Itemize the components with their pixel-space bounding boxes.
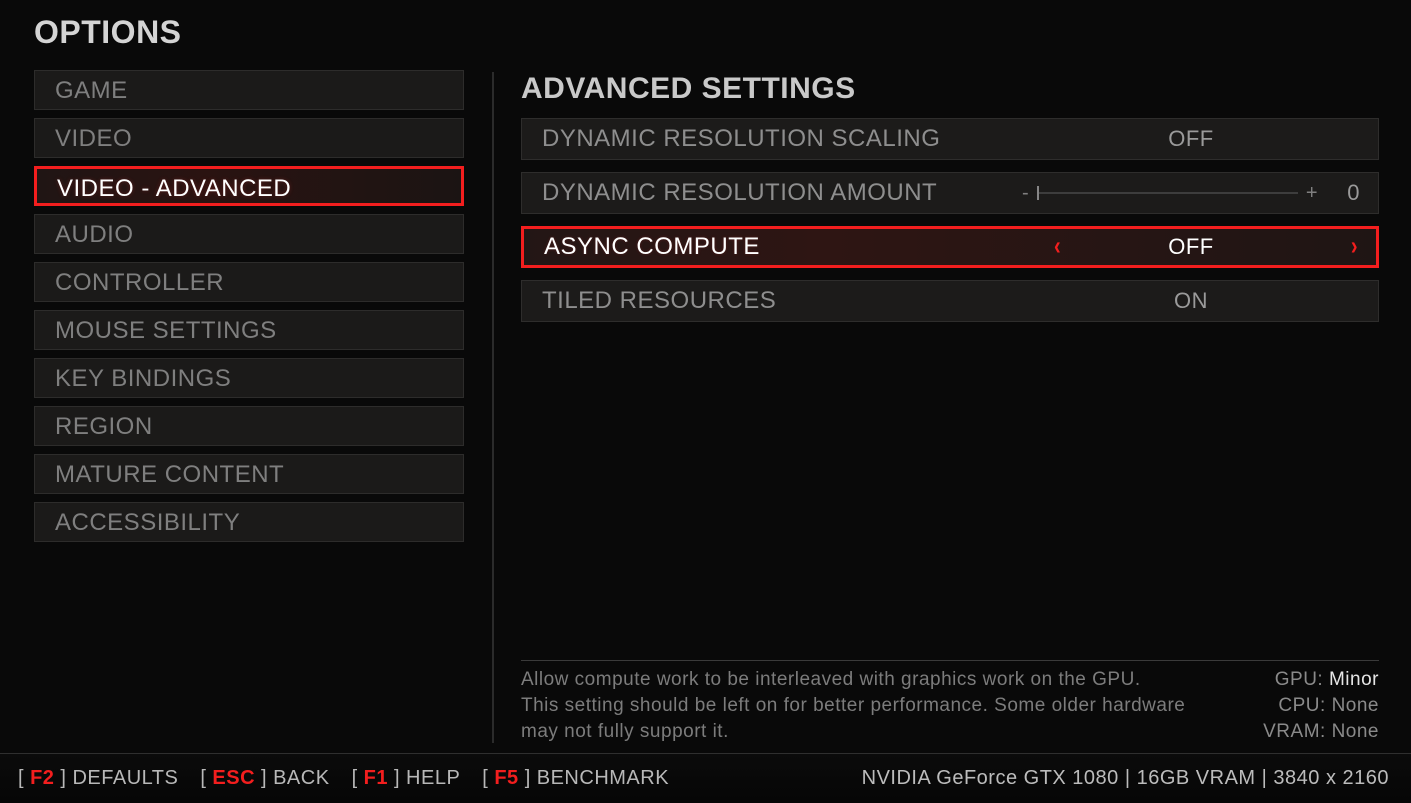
hotkey-hint: [F1]HELP — [352, 767, 461, 790]
hotkey-key: F5 — [494, 767, 518, 790]
slider-track[interactable] — [1037, 192, 1298, 194]
slider-handle[interactable] — [1037, 186, 1039, 200]
hotkey-label: BACK — [273, 767, 329, 790]
page-title: OPTIONS — [34, 14, 182, 51]
setting-value-text: ON — [1174, 288, 1208, 314]
sidebar-item[interactable]: CONTROLLER — [34, 262, 464, 302]
system-info: NVIDIA GeForce GTX 1080 | 16GB VRAM | 38… — [862, 767, 1389, 790]
setting-value[interactable]: ON — [1022, 288, 1360, 314]
setting-label: DYNAMIC RESOLUTION AMOUNT — [542, 179, 1022, 207]
impact-gpu: GPU: Minor — [1229, 667, 1379, 693]
setting-value[interactable]: OFF — [1022, 126, 1360, 152]
chevron-right-icon[interactable]: › — [1351, 232, 1358, 262]
setting-row[interactable]: DYNAMIC RESOLUTION SCALING OFF — [521, 118, 1379, 160]
setting-row[interactable]: ASYNC COMPUTE OFF ‹ › — [521, 226, 1379, 268]
hotkey-label: HELP — [406, 767, 460, 790]
sidebar-item[interactable]: MOUSE SETTINGS — [34, 310, 464, 350]
description-line: Allow compute work to be interleaved wit… — [521, 667, 1199, 693]
hotkey-hint: [ESC]BACK — [200, 767, 329, 790]
slider-minus-icon[interactable]: - — [1022, 182, 1029, 205]
impact-vram: VRAM: None — [1229, 719, 1379, 745]
setting-value-text: OFF — [1168, 126, 1214, 152]
hotkey-key: ESC — [212, 767, 255, 790]
sidebar-item[interactable]: VIDEO — [34, 118, 464, 158]
sidebar-item[interactable]: KEY BINDINGS — [34, 358, 464, 398]
setting-row[interactable]: DYNAMIC RESOLUTION AMOUNT- +0 — [521, 172, 1379, 214]
impact-cpu: CPU: None — [1229, 693, 1379, 719]
hotkeys: [F2]DEFAULTS [ESC]BACK [F1]HELP [F5]BENCHMA… — [18, 767, 669, 790]
slider-plus-icon[interactable]: + — [1306, 182, 1318, 205]
bottom-bar: [F2]DEFAULTS [ESC]BACK [F1]HELP [F5]BENCHMA… — [0, 753, 1411, 803]
hotkey-label: DEFAULTS — [72, 767, 178, 790]
impact-panel: GPU: Minor CPU: None VRAM: None — [1229, 667, 1379, 745]
sidebar-item[interactable]: ACCESSIBILITY — [34, 502, 464, 542]
description-area: Allow compute work to be interleaved wit… — [521, 660, 1379, 745]
hotkey-hint: [F5]BENCHMARK — [482, 767, 669, 790]
description-text: Allow compute work to be interleaved wit… — [521, 667, 1229, 745]
sidebar-item[interactable]: GAME — [34, 70, 464, 110]
settings-list: DYNAMIC RESOLUTION SCALINGOFFDYNAMIC RES… — [521, 118, 1379, 322]
setting-label: DYNAMIC RESOLUTION SCALING — [542, 125, 1022, 153]
setting-label: TILED RESOURCES — [542, 287, 1022, 315]
setting-value[interactable]: OFF ‹ › — [1024, 234, 1358, 260]
hotkey-key: F1 — [364, 767, 388, 790]
description-line: This setting should be left on for bette… — [521, 693, 1199, 745]
hotkey-hint: [F2]DEFAULTS — [18, 767, 178, 790]
vertical-divider — [492, 72, 494, 743]
hotkey-key: F2 — [30, 767, 54, 790]
setting-value-text: OFF — [1168, 234, 1214, 260]
sidebar-item[interactable]: VIDEO - ADVANCED — [34, 166, 464, 206]
panel-title: ADVANCED SETTINGS — [521, 72, 856, 106]
setting-label: ASYNC COMPUTE — [544, 233, 1024, 261]
sidebar-item[interactable]: REGION — [34, 406, 464, 446]
chevron-left-icon[interactable]: ‹ — [1054, 232, 1061, 262]
slider-value: 0 — [1326, 180, 1360, 206]
setting-slider[interactable]: - +0 — [1022, 180, 1360, 206]
sidebar-item[interactable]: AUDIO — [34, 214, 464, 254]
hotkey-label: BENCHMARK — [537, 767, 669, 790]
setting-row[interactable]: TILED RESOURCES ON — [521, 280, 1379, 322]
sidebar: GAME VIDEO VIDEO - ADVANCED AUDIO CONTROLLER… — [34, 70, 464, 542]
sidebar-item[interactable]: MATURE CONTENT — [34, 454, 464, 494]
